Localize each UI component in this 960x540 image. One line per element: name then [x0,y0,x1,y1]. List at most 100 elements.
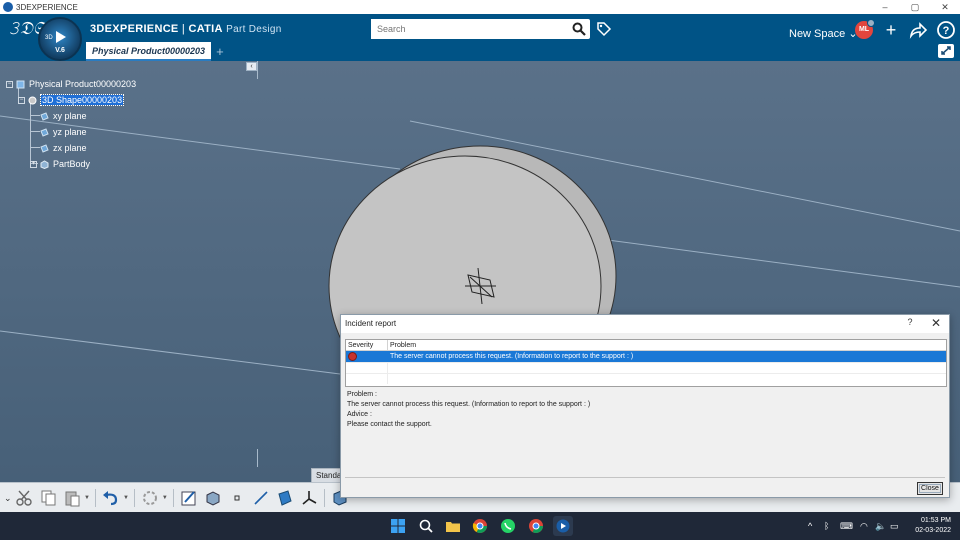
dialog-title-bar[interactable]: Incident report ? ✕ [341,315,949,333]
tree-item-xy-plane[interactable]: xy plane [40,109,87,123]
window-title: 3DEXPERIENCE [16,2,78,12]
tree-item-partbody[interactable]: + PartBody [30,157,90,171]
tag-icon[interactable] [596,21,612,37]
plane-icon [40,143,49,153]
tab-physical-product[interactable]: Physical Product00000203 [86,41,212,61]
tree-item-root[interactable]: − Physical Product00000203 [6,77,136,91]
plane-button[interactable] [274,487,296,509]
battery-icon[interactable]: ▭ [890,512,899,540]
point-button[interactable] [226,487,248,509]
avatar-initials: ML [858,26,870,33]
column-problem[interactable]: Problem [388,340,416,350]
wifi-icon[interactable]: ◠ [860,512,868,540]
tree-zx-label: zx plane [53,143,87,153]
partbody-icon [40,159,49,169]
axis-icon [302,490,317,505]
table-row[interactable]: The server cannot process this request. … [346,351,946,362]
document-tabs: Physical Product00000203 + [86,41,224,61]
incident-details: Problem : The server cannot process this… [347,390,590,430]
undo-dropdown-icon[interactable]: ▼ [123,495,129,501]
toolbar-separator [172,488,174,507]
product-icon [16,80,25,88]
chrome-icon [529,519,543,533]
tree-shape-label: 3D Shape00000203 [39,94,125,106]
line-icon [254,490,268,505]
axis-button[interactable] [298,487,320,509]
folder-icon [446,522,460,532]
collapse-icon[interactable]: − [18,96,25,104]
system-clock[interactable]: 01:53 PM 02-03-2022 [905,516,951,536]
restore-button[interactable]: ▢ [900,0,930,14]
taskbar-explorer[interactable] [443,516,463,536]
taskbar-3dexperience[interactable] [553,516,573,536]
start-button[interactable] [388,516,408,536]
avatar-status-dot [867,19,875,27]
dialog-close-icon[interactable]: ✕ [929,316,943,330]
new-space-dropdown[interactable]: New Space ⌄ [789,27,858,40]
close-button[interactable]: Close [917,482,943,495]
minimize-button[interactable]: – [870,0,900,14]
keyboard-icon[interactable]: ⌨ [840,512,853,540]
incident-table: Severity Problem The server cannot proce… [345,339,947,387]
search-input[interactable] [371,19,561,39]
ground-line-2 [599,238,960,288]
tree-partbody-label: PartBody [53,159,91,169]
column-severity[interactable]: Severity [346,340,388,350]
paste-dropdown-icon[interactable]: ▼ [84,495,90,501]
new-space-label: New Space [789,28,846,40]
avatar[interactable]: ML [855,19,875,39]
add-tab-button[interactable]: + [216,44,224,59]
empty-row [346,373,946,384]
point-icon [234,495,240,500]
tree-splitter-bottom[interactable] [257,449,258,467]
tree-splitter[interactable] [257,61,258,79]
compass-version: V.6 [55,47,65,54]
window-close-button[interactable]: ✕ [930,0,960,14]
tree-item-zx-plane[interactable]: zx plane [40,141,87,155]
taskbar-chrome[interactable] [470,516,490,536]
share-icon[interactable] [908,20,928,40]
bluetooth-icon[interactable]: ᛒ [824,512,829,540]
taskbar-whatsapp[interactable] [498,516,518,536]
expand-icon[interactable]: + [30,160,37,168]
sketch-button[interactable] [178,487,200,509]
add-icon[interactable]: + [881,20,901,40]
cut-button[interactable] [13,487,35,509]
toolbar-separator [133,488,135,507]
collapse-icon[interactable]: − [6,80,13,88]
volume-icon[interactable]: 🔈 [875,512,886,540]
update-button[interactable] [139,487,161,509]
tree-yz-label: yz plane [53,127,87,137]
maximize-view-icon[interactable] [938,44,954,58]
line-button[interactable] [250,487,272,509]
dialog-help-button[interactable]: ? [903,317,917,327]
problem-label: Problem : [347,391,377,398]
tree-item-3d-shape[interactable]: − 3D Shape00000203 [18,93,125,107]
search-icon[interactable] [572,22,586,36]
chevron-up-icon[interactable]: ^ [808,512,812,540]
play-icon [56,31,66,43]
taskbar-search-button[interactable] [416,516,436,536]
dialog-divider [345,477,945,478]
paste-icon [65,491,80,506]
undo-button[interactable] [100,487,122,509]
shape-icon [28,96,37,104]
brand-app: Part Design [226,24,282,35]
copy-button[interactable] [37,487,59,509]
update-dropdown-icon[interactable]: ▼ [162,495,168,501]
part-button[interactable] [202,487,224,509]
collapse-tree-button[interactable]: ‹ [246,62,257,71]
compass-icon[interactable]: 3D V.6 [38,17,82,61]
dialog-title: Incident report [345,319,397,328]
app-header: 𝟹𝔇𝔖 3D V.6 3DEXPERIENCE | CATIA Part Des… [0,14,960,61]
chevron-down-icon[interactable]: ⌄ [4,488,12,508]
tree-item-yz-plane[interactable]: yz plane [40,125,87,139]
app-logo-icon [3,2,13,12]
help-icon[interactable]: ? [936,20,956,40]
windows-icon [391,519,405,533]
brand-main: 3DEXPERIENCE [90,23,179,35]
paste-button[interactable] [61,487,83,509]
taskbar-chrome-2[interactable] [526,516,546,536]
scissors-icon [16,490,32,506]
svg-text:?: ? [943,25,950,37]
